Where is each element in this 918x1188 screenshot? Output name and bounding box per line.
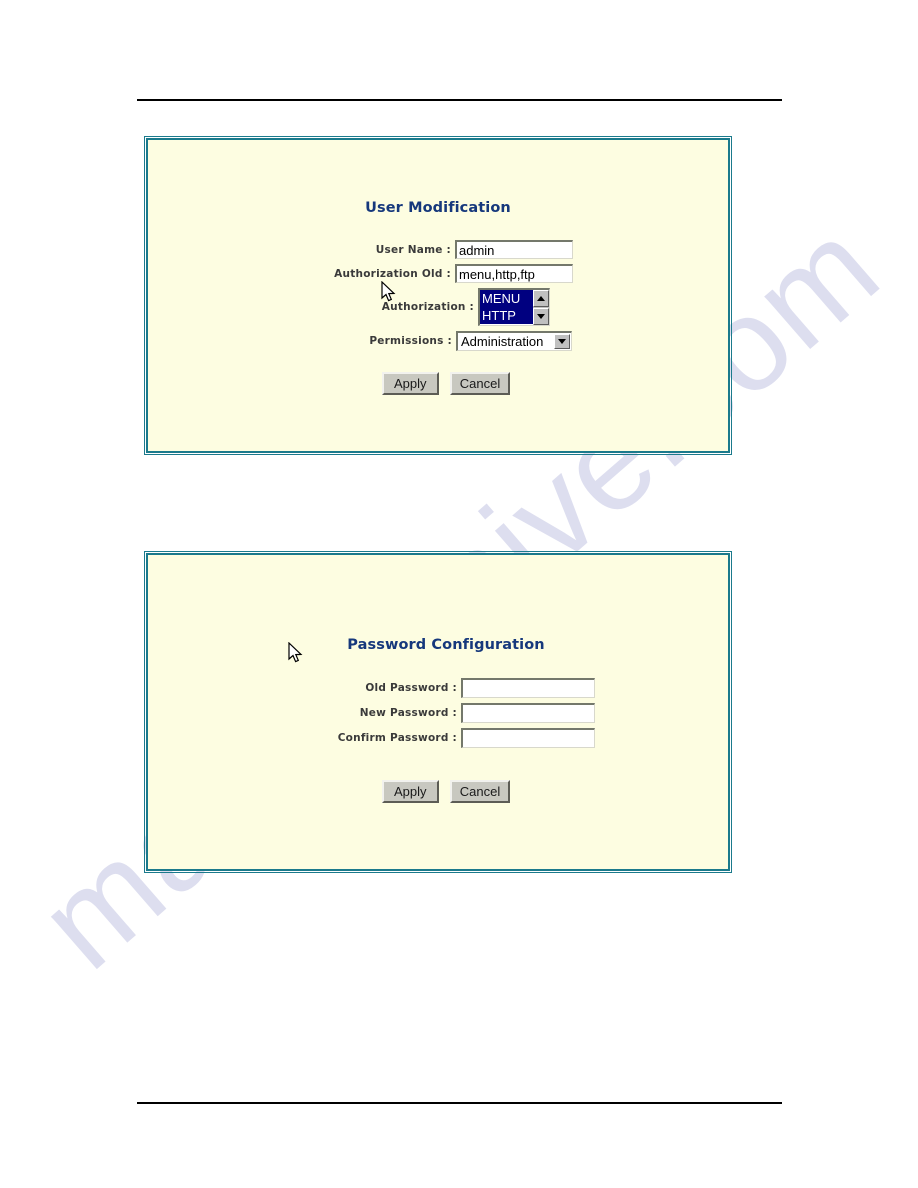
new-password-field-slot <box>461 703 595 723</box>
authorization-old-input[interactable]: menu,http,ftp <box>455 264 573 283</box>
form-row-confirm-password: Confirm Password : <box>155 728 735 748</box>
user-modification-title: User Modification <box>365 200 511 216</box>
authorization-field-slot: MENU HTTP <box>478 288 550 326</box>
apply-button[interactable]: Apply <box>381 780 439 803</box>
permissions-label: Permissions : <box>369 335 452 347</box>
permissions-field-slot: Administration <box>456 331 572 351</box>
cancel-button[interactable]: Cancel <box>449 372 511 395</box>
old-password-label: Old Password : <box>365 682 457 694</box>
permissions-dropdown[interactable]: Administration <box>456 331 572 351</box>
user-name-field-slot: admin <box>455 240 573 259</box>
form-row-authorization-old: Authorization Old : menu,http,ftp <box>148 264 728 283</box>
confirm-password-label: Confirm Password : <box>337 732 457 744</box>
apply-button[interactable]: Apply <box>381 372 439 395</box>
page-footer-rule <box>137 1102 782 1104</box>
password-configuration-panel: Password Configuration Old Password : Ne… <box>144 551 732 873</box>
new-password-input[interactable] <box>461 703 595 723</box>
new-password-label: New Password : <box>359 707 457 719</box>
authorization-old-label: Authorization Old : <box>334 267 451 280</box>
old-password-field-slot <box>461 678 595 698</box>
authorization-label: Authorization : <box>381 301 474 313</box>
chevron-down-icon[interactable] <box>554 334 570 349</box>
authorization-old-field-slot: menu,http,ftp <box>455 264 573 283</box>
authorization-listbox[interactable]: MENU HTTP <box>478 288 550 326</box>
user-modification-form: User Name : admin Authorization Old : me… <box>148 240 728 351</box>
form-row-new-password: New Password : <box>155 703 735 723</box>
user-name-input[interactable]: admin <box>455 240 573 259</box>
password-configuration-form: Old Password : New Password : Confirm Pa… <box>155 678 735 748</box>
triangle-down-icon[interactable] <box>533 308 549 325</box>
page-header-rule <box>137 99 782 101</box>
old-password-input[interactable] <box>461 678 595 698</box>
password-configuration-button-row: Apply Cancel <box>156 780 736 803</box>
authorization-scrollbar[interactable] <box>533 290 549 325</box>
confirm-password-input[interactable] <box>461 728 595 748</box>
user-name-label: User Name : <box>375 243 451 256</box>
triangle-up-icon[interactable] <box>533 290 549 307</box>
cancel-button[interactable]: Cancel <box>449 780 511 803</box>
password-configuration-title: Password Configuration <box>347 637 545 653</box>
confirm-password-field-slot <box>461 728 595 748</box>
form-row-permissions: Permissions : Administration <box>148 331 728 351</box>
form-row-user-name: User Name : admin <box>148 240 728 259</box>
form-row-authorization: Authorization : MENU HTTP <box>148 288 728 326</box>
permissions-selected-value: Administration <box>461 334 544 349</box>
form-row-old-password: Old Password : <box>155 678 735 698</box>
user-modification-button-row: Apply Cancel <box>156 372 736 395</box>
user-modification-panel: User Modification User Name : admin Auth… <box>144 136 732 455</box>
